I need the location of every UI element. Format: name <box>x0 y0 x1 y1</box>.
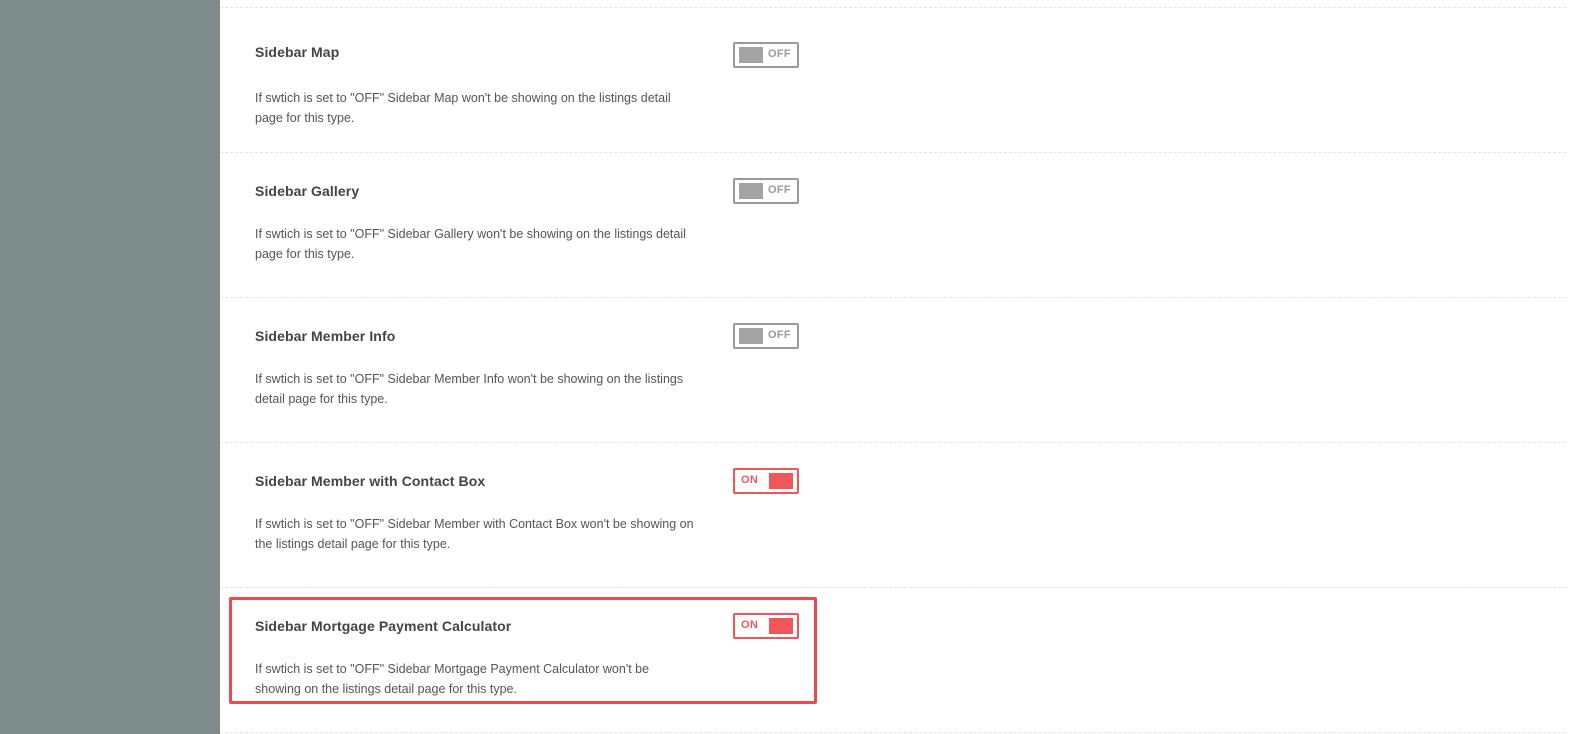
toggle-state-label: ON <box>741 619 759 631</box>
setting-row-sidebar-gallery: Sidebar Gallery If swtich is set to "OFF… <box>220 153 1566 298</box>
setting-row-sidebar-member-info: Sidebar Member Info If swtich is set to … <box>220 298 1566 443</box>
toggle-state-label: ON <box>741 474 759 486</box>
setting-description: If swtich is set to "OFF" Sidebar Member… <box>255 372 684 406</box>
setting-title: Sidebar Member with Contact Box <box>255 473 486 489</box>
setting-title: Sidebar Map <box>255 44 340 60</box>
toggle-state-label: OFF <box>768 184 791 196</box>
toggle-state-label: OFF <box>768 48 791 60</box>
setting-description: If swtich is set to "OFF" Sidebar Mortga… <box>255 662 650 696</box>
toggle-knob <box>739 328 763 344</box>
setting-title: Sidebar Member Info <box>255 328 396 344</box>
toggle-knob <box>739 47 763 63</box>
settings-panel: Sidebar Map If swtich is set to "OFF" Si… <box>220 0 1566 734</box>
setting-row-sidebar-map: Sidebar Map If swtich is set to "OFF" Si… <box>220 8 1566 153</box>
setting-title: Sidebar Mortgage Payment Calculator <box>255 618 512 634</box>
sidebar-member-info-toggle[interactable]: OFF <box>733 323 799 349</box>
toggle-knob <box>769 473 793 489</box>
setting-description: If swtich is set to "OFF" Sidebar Map wo… <box>255 91 671 125</box>
setting-title: Sidebar Gallery <box>255 183 360 199</box>
sidebar-gallery-toggle[interactable]: OFF <box>733 178 799 204</box>
setting-row-sidebar-member-contact-box: Sidebar Member with Contact Box If swtic… <box>220 443 1566 588</box>
setting-description: If swtich is set to "OFF" Sidebar Member… <box>255 517 694 551</box>
sidebar-mortgage-calculator-toggle[interactable]: ON <box>733 613 799 639</box>
sidebar-member-contact-box-toggle[interactable]: ON <box>733 468 799 494</box>
setting-row-sidebar-mortgage-calculator: Sidebar Mortgage Payment Calculator If s… <box>220 588 1566 733</box>
toggle-knob <box>739 183 763 199</box>
right-gutter <box>1566 0 1573 734</box>
row-divider <box>220 732 1566 733</box>
left-sidebar-panel <box>0 0 220 734</box>
setting-description: If swtich is set to "OFF" Sidebar Galler… <box>255 227 686 261</box>
toggle-state-label: OFF <box>768 329 791 341</box>
sidebar-map-toggle[interactable]: OFF <box>733 42 799 68</box>
toggle-knob <box>769 618 793 634</box>
